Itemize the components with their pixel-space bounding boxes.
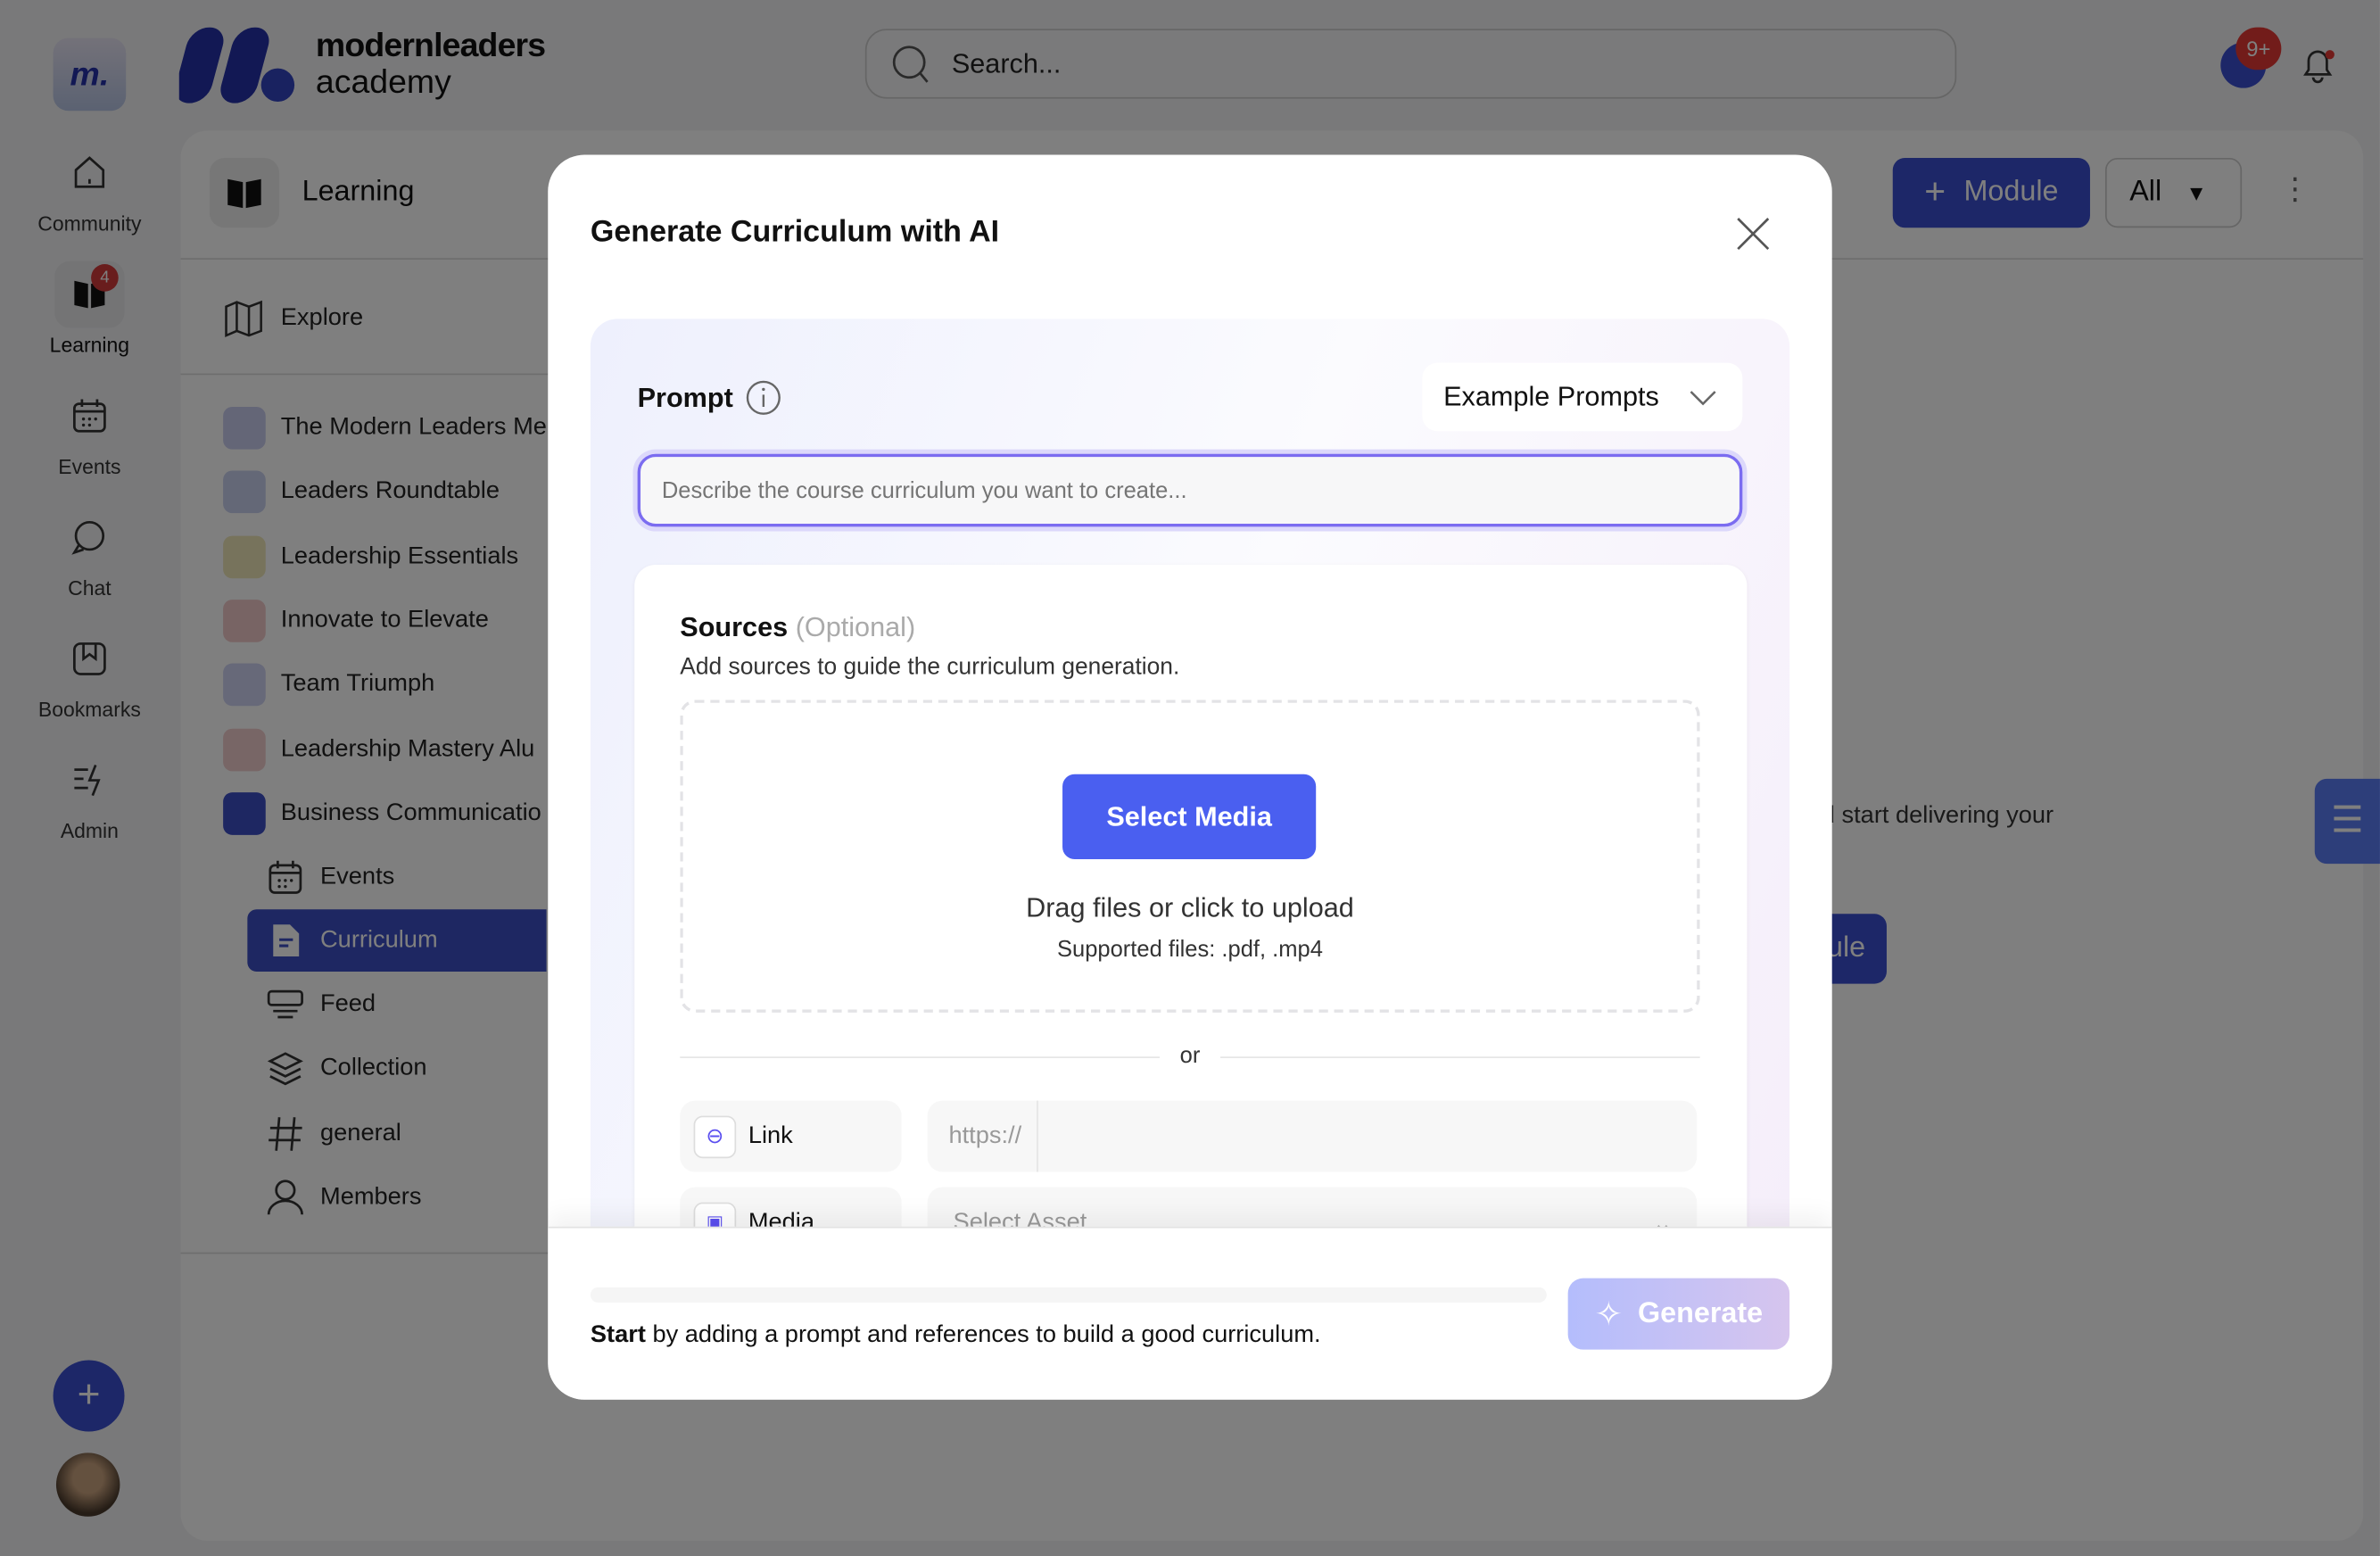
sources-title: Sources bbox=[680, 611, 789, 642]
link-input[interactable]: https:// bbox=[927, 1100, 1698, 1172]
generate-curriculum-modal: Generate Curriculum with AI Prompt Examp… bbox=[548, 154, 1832, 1400]
sources-optional: (Optional) bbox=[795, 611, 916, 642]
link-prefix: https:// bbox=[928, 1100, 1038, 1172]
or-divider: or bbox=[1159, 1042, 1221, 1069]
link-icon: ⊖ bbox=[693, 1114, 737, 1158]
info-icon[interactable] bbox=[745, 379, 781, 416]
generation-progress bbox=[590, 1287, 1547, 1303]
chevron-down-icon bbox=[1690, 390, 1716, 405]
prompt-input[interactable] bbox=[637, 453, 1743, 527]
select-media-button[interactable]: Select Media bbox=[1062, 774, 1317, 860]
example-prompts-dropdown[interactable]: Example Prompts bbox=[1422, 362, 1743, 432]
footer-hint: Start by adding a prompt and references … bbox=[590, 1322, 1321, 1348]
close-icon[interactable] bbox=[1735, 216, 1772, 252]
modal-title: Generate Curriculum with AI bbox=[590, 215, 1000, 250]
supported-files-text: Supported files: .pdf, .mp4 bbox=[1056, 936, 1323, 963]
sources-subtitle: Add sources to guide the curriculum gene… bbox=[680, 654, 1180, 681]
link-source-label: ⊖ Link bbox=[680, 1100, 902, 1172]
generate-button[interactable]: ✧ Generate bbox=[1567, 1278, 1790, 1350]
sparkle-icon: ✧ bbox=[1594, 1294, 1623, 1333]
drag-upload-text: Drag files or click to upload bbox=[1026, 892, 1354, 923]
prompt-label: Prompt bbox=[637, 381, 733, 412]
